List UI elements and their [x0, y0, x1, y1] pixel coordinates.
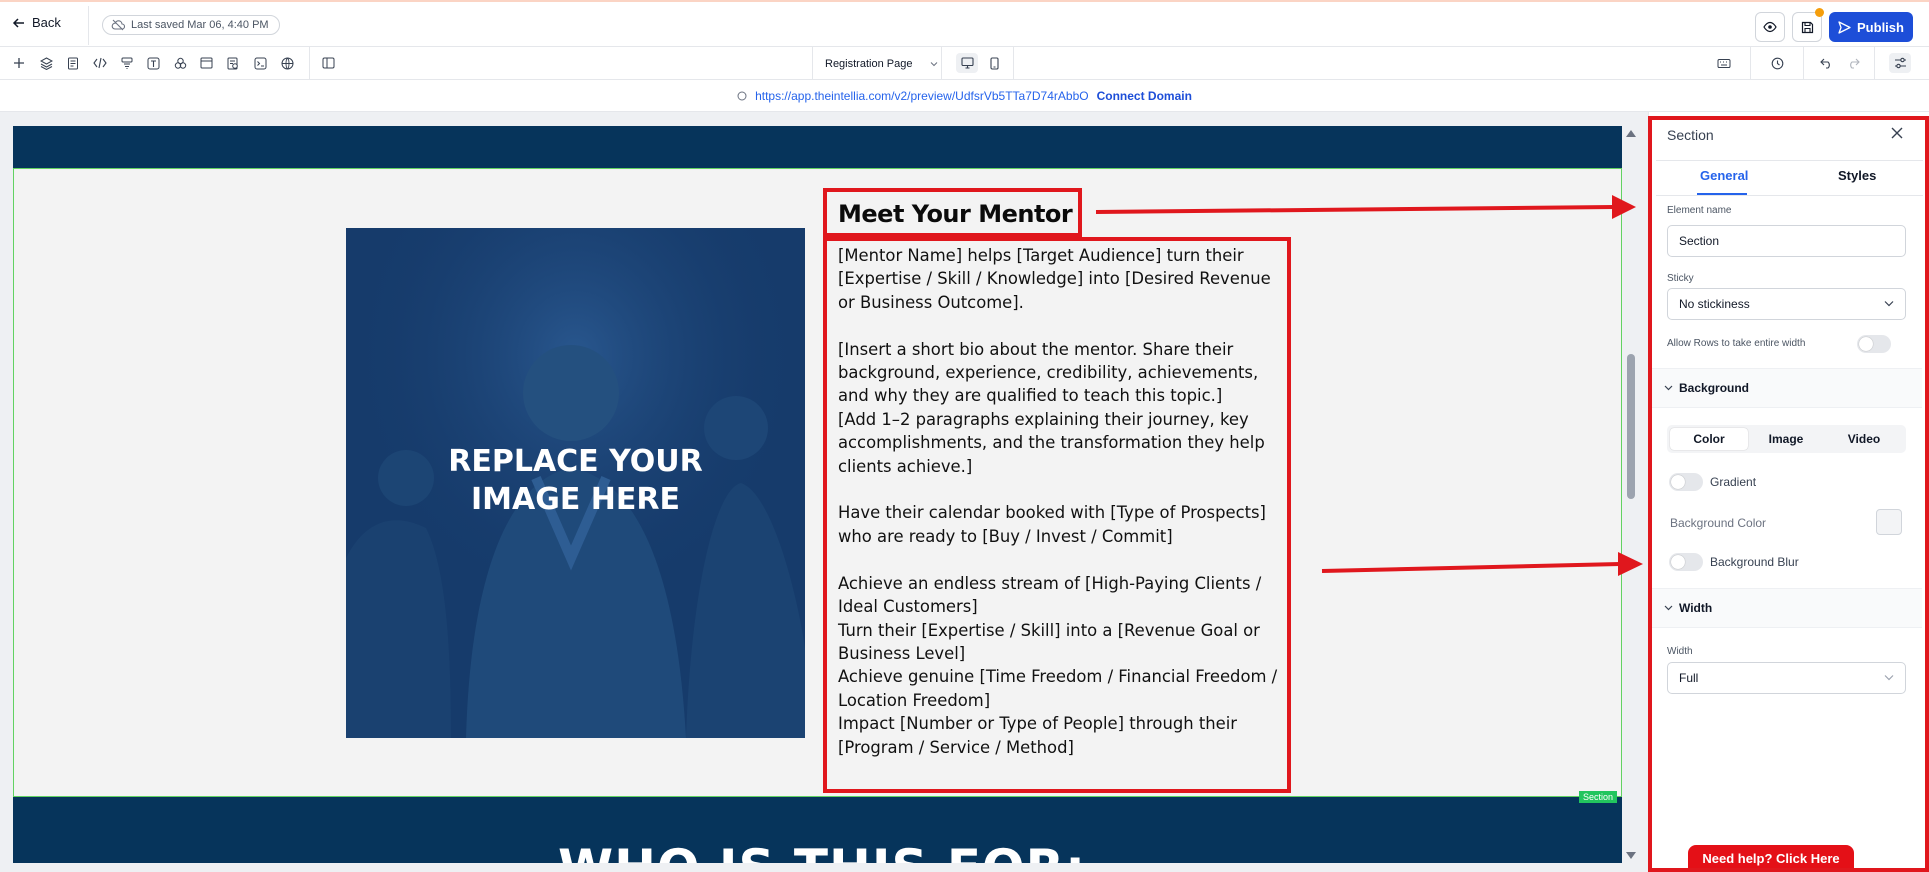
width-value: Full [1679, 671, 1699, 685]
sticky-label: Sticky [1667, 273, 1694, 284]
layout-icon[interactable] [320, 55, 336, 71]
chevron-down-icon [930, 61, 938, 67]
page-selector-label: Registration Page [825, 57, 913, 70]
blocks-icon[interactable] [198, 55, 214, 71]
publish-button[interactable]: Publish [1829, 12, 1913, 42]
element-name-label: Element name [1667, 205, 1732, 216]
scripts-icon[interactable] [252, 55, 268, 71]
undo-icon[interactable] [1818, 55, 1834, 71]
editor-toolbar: Registration Page [0, 47, 1929, 80]
eye-icon [1763, 21, 1777, 33]
back-label: Back [32, 15, 61, 30]
divider [309, 47, 310, 80]
circle-status-icon [737, 91, 747, 101]
preview-button[interactable] [1755, 12, 1785, 42]
close-icon[interactable] [1889, 125, 1905, 141]
who-is-this-for-band[interactable]: WHO IS THIS FOR: [13, 797, 1622, 863]
allow-rows-label: Allow Rows to take entire width [1667, 338, 1806, 349]
last-saved-text: Last saved Mar 06, 4:40 PM [131, 19, 269, 31]
chevron-down-icon [1664, 605, 1673, 611]
divider [88, 6, 89, 45]
section-selection-tag: Section [1579, 791, 1618, 803]
background-accordion[interactable]: Background [1652, 368, 1922, 408]
panel-title: Section [1667, 127, 1714, 143]
gradient-toggle[interactable] [1669, 473, 1703, 491]
last-saved-badge: Last saved Mar 06, 4:40 PM [102, 15, 280, 35]
page-selector[interactable]: Registration Page [812, 47, 942, 80]
element-name-field[interactable]: Section [1667, 225, 1906, 257]
code-icon[interactable] [92, 55, 108, 71]
image-placeholder[interactable]: REPLACE YOUR IMAGE HERE [346, 228, 805, 738]
bg-blur-toggle[interactable] [1669, 553, 1703, 571]
mobile-view-button[interactable] [983, 53, 1005, 73]
pages-icon[interactable] [65, 55, 81, 71]
divider [1803, 47, 1804, 80]
divider [1013, 47, 1014, 80]
active-tab-indicator [1697, 193, 1747, 195]
image-placeholder-text: REPLACE YOUR IMAGE HERE [448, 444, 703, 517]
back-button[interactable]: Back [12, 15, 61, 30]
width-select[interactable]: Full [1667, 662, 1906, 694]
bg-color-swatch[interactable] [1876, 509, 1902, 535]
who-is-this-for-heading[interactable]: WHO IS THIS FOR: [558, 839, 1086, 863]
canvas-scroll-thumb[interactable] [1627, 354, 1635, 499]
preview-url-link[interactable]: https://app.theintellia.com/v2/preview/U… [755, 89, 1089, 103]
mentor-heading[interactable]: Meet Your Mentor [838, 200, 1073, 228]
width-accordion-label: Width [1679, 601, 1713, 615]
desktop-icon [960, 57, 974, 69]
globe-icon[interactable] [279, 55, 295, 71]
text-icon[interactable] [145, 55, 161, 71]
layers-icon[interactable] [38, 55, 54, 71]
history-icon[interactable] [1769, 55, 1785, 71]
connect-domain-link[interactable]: Connect Domain [1097, 89, 1192, 103]
allow-rows-toggle[interactable] [1857, 335, 1891, 353]
bg-color-label: Background Color [1670, 516, 1767, 530]
mentor-section[interactable] [13, 168, 1622, 797]
mobile-icon [989, 56, 999, 70]
keyboard-icon[interactable] [1716, 55, 1732, 71]
tab-styles[interactable]: Styles [1838, 168, 1876, 183]
sticky-select[interactable]: No stickiness [1667, 288, 1906, 320]
chevron-down-icon [1664, 385, 1673, 391]
width-label: Width [1667, 646, 1693, 657]
element-name-value: Section [1679, 234, 1720, 248]
unsaved-dot [1815, 8, 1824, 17]
divider [1874, 47, 1875, 80]
save-icon [1801, 21, 1814, 34]
elements-icon[interactable] [172, 55, 188, 71]
background-type-tabs: Color Image Video [1667, 425, 1906, 453]
settings-panel-toggle[interactable] [1889, 53, 1911, 73]
bg-tab-color[interactable]: Color [1670, 428, 1748, 450]
chevron-down-icon [1884, 674, 1894, 681]
publish-label: Publish [1857, 19, 1904, 35]
background-accordion-label: Background [1679, 381, 1750, 395]
sticky-value: No stickiness [1679, 297, 1750, 311]
chevron-down-icon [1884, 300, 1894, 307]
sliders-icon [1894, 57, 1907, 69]
send-icon [1838, 20, 1851, 34]
add-icon[interactable] [11, 55, 27, 71]
bg-tab-video[interactable]: Video [1825, 428, 1903, 450]
desktop-view-button[interactable] [956, 53, 978, 73]
tab-general[interactable]: General [1700, 168, 1748, 183]
divider [1750, 47, 1751, 80]
panel-tabs [1656, 160, 1923, 196]
top-bar: Back Last saved Mar 06, 4:40 PM Publish [0, 0, 1929, 47]
arrow-left-icon [12, 16, 26, 30]
bg-blur-label: Background Blur [1710, 555, 1799, 569]
mentor-bio-text[interactable]: [Mentor Name] helps [Target Audience] tu… [838, 244, 1288, 759]
forms-icon[interactable] [119, 55, 135, 71]
width-accordion[interactable]: Width [1652, 588, 1922, 628]
bg-tab-image[interactable]: Image [1747, 428, 1825, 450]
redo-icon[interactable] [1845, 55, 1861, 71]
surveys-icon[interactable] [225, 55, 241, 71]
gradient-label: Gradient [1710, 475, 1757, 489]
preview-url-bar: https://app.theintellia.com/v2/preview/U… [0, 80, 1929, 112]
need-help-button[interactable]: Need help? Click Here [1688, 845, 1854, 872]
cloud-off-icon [111, 19, 125, 31]
header-band[interactable] [13, 126, 1622, 168]
